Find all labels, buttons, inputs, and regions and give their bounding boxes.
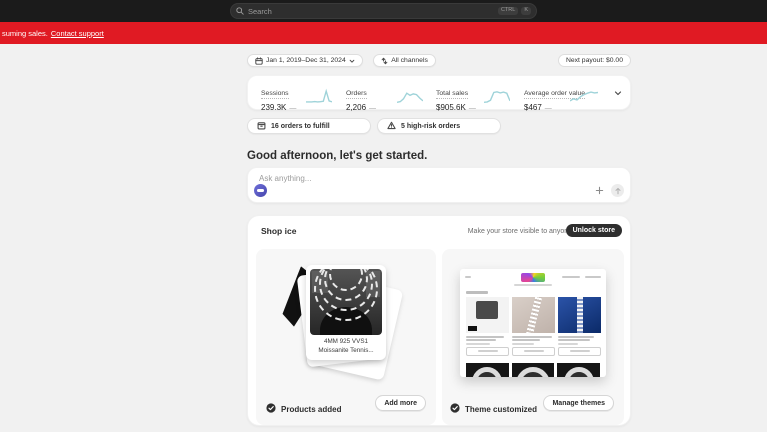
metrics-overview-card: Sessions 239.3K — Orders 2,206— Total sal…	[247, 75, 631, 112]
storefront-logo	[521, 273, 545, 282]
theme-add-to-cart-button	[512, 346, 555, 356]
metric-total-sales[interactable]: Total sales $905.6K —	[436, 82, 476, 112]
total-sales-sparkline	[484, 91, 510, 103]
product-card[interactable]: 4MM 925 VVS1 Moissanite Tennis...	[306, 265, 386, 360]
date-range-label: Jan 1, 2019–Dec 31, 2024	[266, 57, 346, 64]
theme-product-image	[557, 363, 601, 377]
search-input[interactable]: Search CTRL K	[230, 3, 537, 19]
warning-icon	[387, 121, 396, 132]
orders-to-fulfill-button[interactable]: 16 orders to fulfill	[247, 118, 371, 134]
next-payout-badge[interactable]: Next payout: $0.00	[557, 54, 631, 67]
store-setup-card: Shop ice Make your store visible to anyo…	[247, 215, 631, 426]
theme-product-image	[466, 297, 509, 333]
high-risk-orders-button[interactable]: 5 high-risk orders	[377, 118, 501, 134]
calendar-icon	[255, 56, 263, 65]
theme-add-to-cart-button	[558, 346, 601, 356]
metric-delta: —	[468, 105, 476, 112]
sessions-sparkline	[306, 88, 332, 103]
theme-preview-section-title	[466, 291, 488, 294]
theme-product-image	[511, 363, 555, 377]
theme-preview-product-grid	[466, 297, 601, 356]
high-risk-orders-label: 5 high-risk orders	[401, 122, 461, 130]
metric-label: Orders	[346, 90, 367, 99]
check-circle-icon	[450, 400, 460, 418]
swap-vertical-icon	[381, 57, 388, 65]
orders-sparkline	[397, 92, 423, 103]
theme-product-cell	[558, 297, 601, 356]
search-icon	[236, 7, 244, 15]
manage-themes-button[interactable]: Manage themes	[543, 395, 614, 411]
package-icon	[257, 121, 266, 132]
products-status: Products added	[266, 400, 341, 418]
theme-product-image	[558, 297, 601, 333]
channels-label: All channels	[391, 57, 428, 64]
channels-filter[interactable]: All channels	[373, 54, 436, 67]
metric-value: $467	[524, 103, 542, 112]
metrics-expand-chevron-icon[interactable]	[614, 89, 622, 97]
theme-product-image	[466, 363, 509, 377]
metric-label: Sessions	[261, 90, 289, 99]
shopify-admin-window: Search CTRL K suming sales. Contact supp…	[0, 0, 767, 432]
products-added-label: Products added	[281, 404, 342, 414]
date-range-picker[interactable]: Jan 1, 2019–Dec 31, 2024	[247, 54, 363, 67]
top-bar: Search CTRL K	[0, 0, 767, 22]
ask-anything-input[interactable]: Ask anything...	[247, 167, 631, 203]
check-circle-icon	[266, 400, 276, 418]
product-caption: 4MM 925 VVS1 Moissanite Tennis...	[318, 338, 374, 354]
orders-to-fulfill-label: 16 orders to fulfill	[271, 122, 330, 130]
metric-value: $905.6K	[436, 103, 466, 112]
filter-row: Jan 1, 2019–Dec 31, 2024 All channels Ne…	[247, 54, 631, 68]
chevron-down-icon	[349, 58, 355, 64]
products-panel: 4MM 925 VVS1 Moissanite Tennis... Produc…	[256, 249, 436, 425]
theme-product-cell	[512, 297, 555, 356]
unlock-store-button[interactable]: Unlock store	[565, 224, 622, 237]
theme-preview-nav-bar	[514, 284, 552, 286]
search-placeholder: Search	[248, 6, 272, 16]
alert-banner: suming sales. Contact support	[0, 22, 767, 44]
metric-value: 2,206	[346, 103, 367, 112]
keycap-k: K	[521, 6, 531, 16]
theme-panel: Theme customized Manage themes	[442, 249, 624, 425]
next-payout-label: Next payout: $0.00	[565, 57, 623, 64]
metric-orders[interactable]: Orders 2,206—	[346, 82, 376, 112]
theme-add-to-cart-button	[466, 346, 509, 356]
product-image-necklace	[310, 269, 382, 335]
metric-label: Total sales	[436, 90, 469, 99]
theme-status: Theme customized	[450, 400, 537, 418]
aov-sparkline	[570, 91, 598, 102]
theme-preview-second-row	[466, 363, 601, 377]
metric-delta: —	[289, 105, 297, 112]
metric-delta: —	[369, 105, 377, 112]
ask-anything-placeholder: Ask anything...	[259, 174, 312, 183]
sidekick-icon[interactable]	[254, 184, 267, 197]
theme-product-image	[512, 297, 555, 333]
send-button[interactable]	[611, 184, 624, 197]
product-card-stack: 4MM 925 VVS1 Moissanite Tennis...	[306, 265, 404, 381]
banner-text: suming sales.	[2, 28, 48, 38]
greeting-heading: Good afternoon, let's get started.	[247, 150, 428, 162]
metric-value: 239.3K	[261, 103, 287, 112]
metric-sessions[interactable]: Sessions 239.3K —	[261, 82, 296, 112]
theme-customized-label: Theme customized	[465, 404, 538, 414]
theme-product-cell	[466, 297, 509, 356]
attach-plus-icon[interactable]	[595, 186, 604, 195]
contact-support-link[interactable]: Contact support	[51, 29, 104, 38]
store-name: Shop ice	[261, 226, 297, 236]
theme-preview-screenshot[interactable]	[460, 269, 606, 377]
sale-badge	[468, 326, 477, 331]
metric-delta: —	[544, 105, 552, 112]
store-visibility-hint: Make your store visible to anyone	[467, 228, 572, 235]
keycap-ctrl: CTRL	[497, 6, 519, 16]
add-more-button[interactable]: Add more	[375, 395, 426, 411]
